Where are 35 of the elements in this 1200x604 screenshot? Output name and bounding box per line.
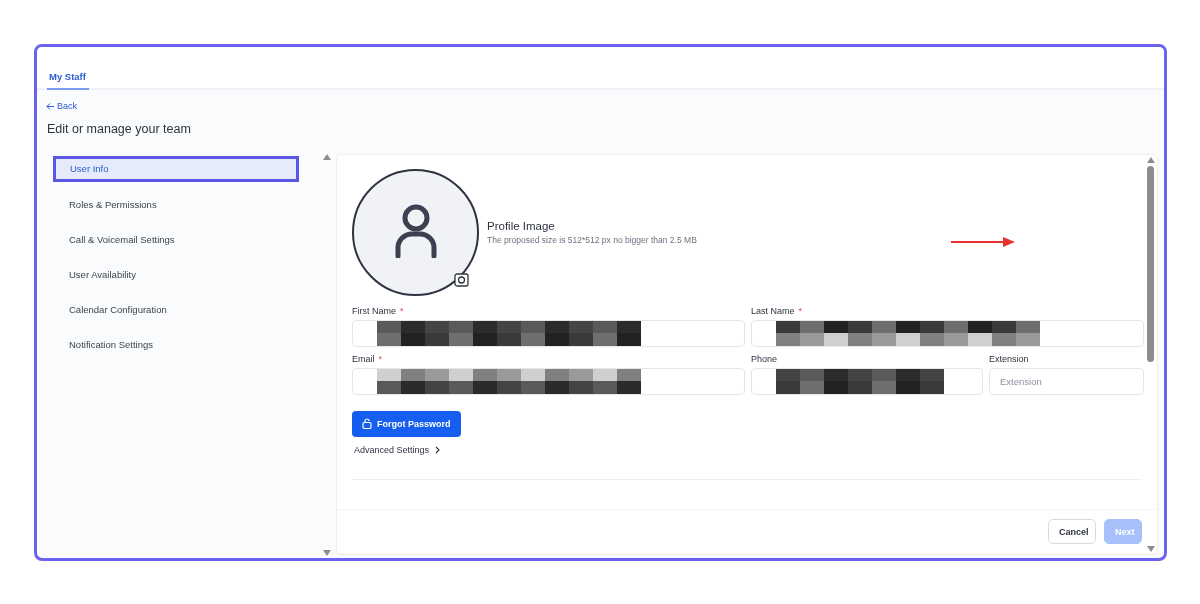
camera-icon[interactable]: [454, 271, 469, 287]
advanced-settings-link[interactable]: Advanced Settings: [352, 442, 443, 457]
field-label: Extension: [989, 353, 1030, 365]
annotation-arrow: [951, 236, 1015, 247]
sidebar-item[interactable]: Call & Voicemail Settings: [53, 225, 299, 254]
input-field[interactable]: [751, 367, 983, 395]
tab[interactable]: My Staff: [47, 71, 89, 90]
chevron-right-icon: [435, 445, 441, 454]
sidebar-item[interactable]: Calendar Configuration: [53, 295, 299, 324]
sidebar-item[interactable]: User Info: [53, 155, 299, 182]
person-icon: [395, 203, 437, 258]
input-field[interactable]: [352, 367, 745, 395]
cancel-button[interactable]: Cancel: [1048, 519, 1096, 544]
profile-image-title: Profile Image: [487, 219, 556, 232]
field-label: Phone: [751, 353, 779, 365]
scroll-up-icon[interactable]: [323, 153, 331, 160]
sidebar-item[interactable]: Roles & Permissions: [53, 190, 299, 219]
lock-icon: [362, 418, 372, 429]
input-field[interactable]: Extension: [989, 367, 1144, 395]
profile-image-hint: The proposed size is 512*512 px no bigger than 2.5 MB: [487, 234, 697, 245]
scroll-down-icon[interactable]: [323, 549, 331, 556]
forgot-password-button[interactable]: Forgot Password: [352, 410, 461, 437]
sidebar-item[interactable]: Notification Settings: [53, 330, 299, 359]
scroll-up-icon[interactable]: [1146, 156, 1155, 163]
input-field[interactable]: [751, 319, 1144, 347]
field-label: Email *: [352, 353, 384, 365]
page-heading: Edit or manage your team: [47, 121, 192, 136]
field-label: First Name *: [352, 305, 405, 317]
back-link[interactable]: Back: [46, 101, 77, 111]
field-label: Last Name *: [751, 305, 804, 317]
arrow-left-icon: [46, 102, 54, 110]
scroll-down-icon[interactable]: [1146, 545, 1155, 552]
scrollbar-thumb[interactable]: [1147, 165, 1154, 362]
sidebar-item[interactable]: User Availability: [53, 260, 299, 289]
input-field[interactable]: [352, 319, 745, 347]
